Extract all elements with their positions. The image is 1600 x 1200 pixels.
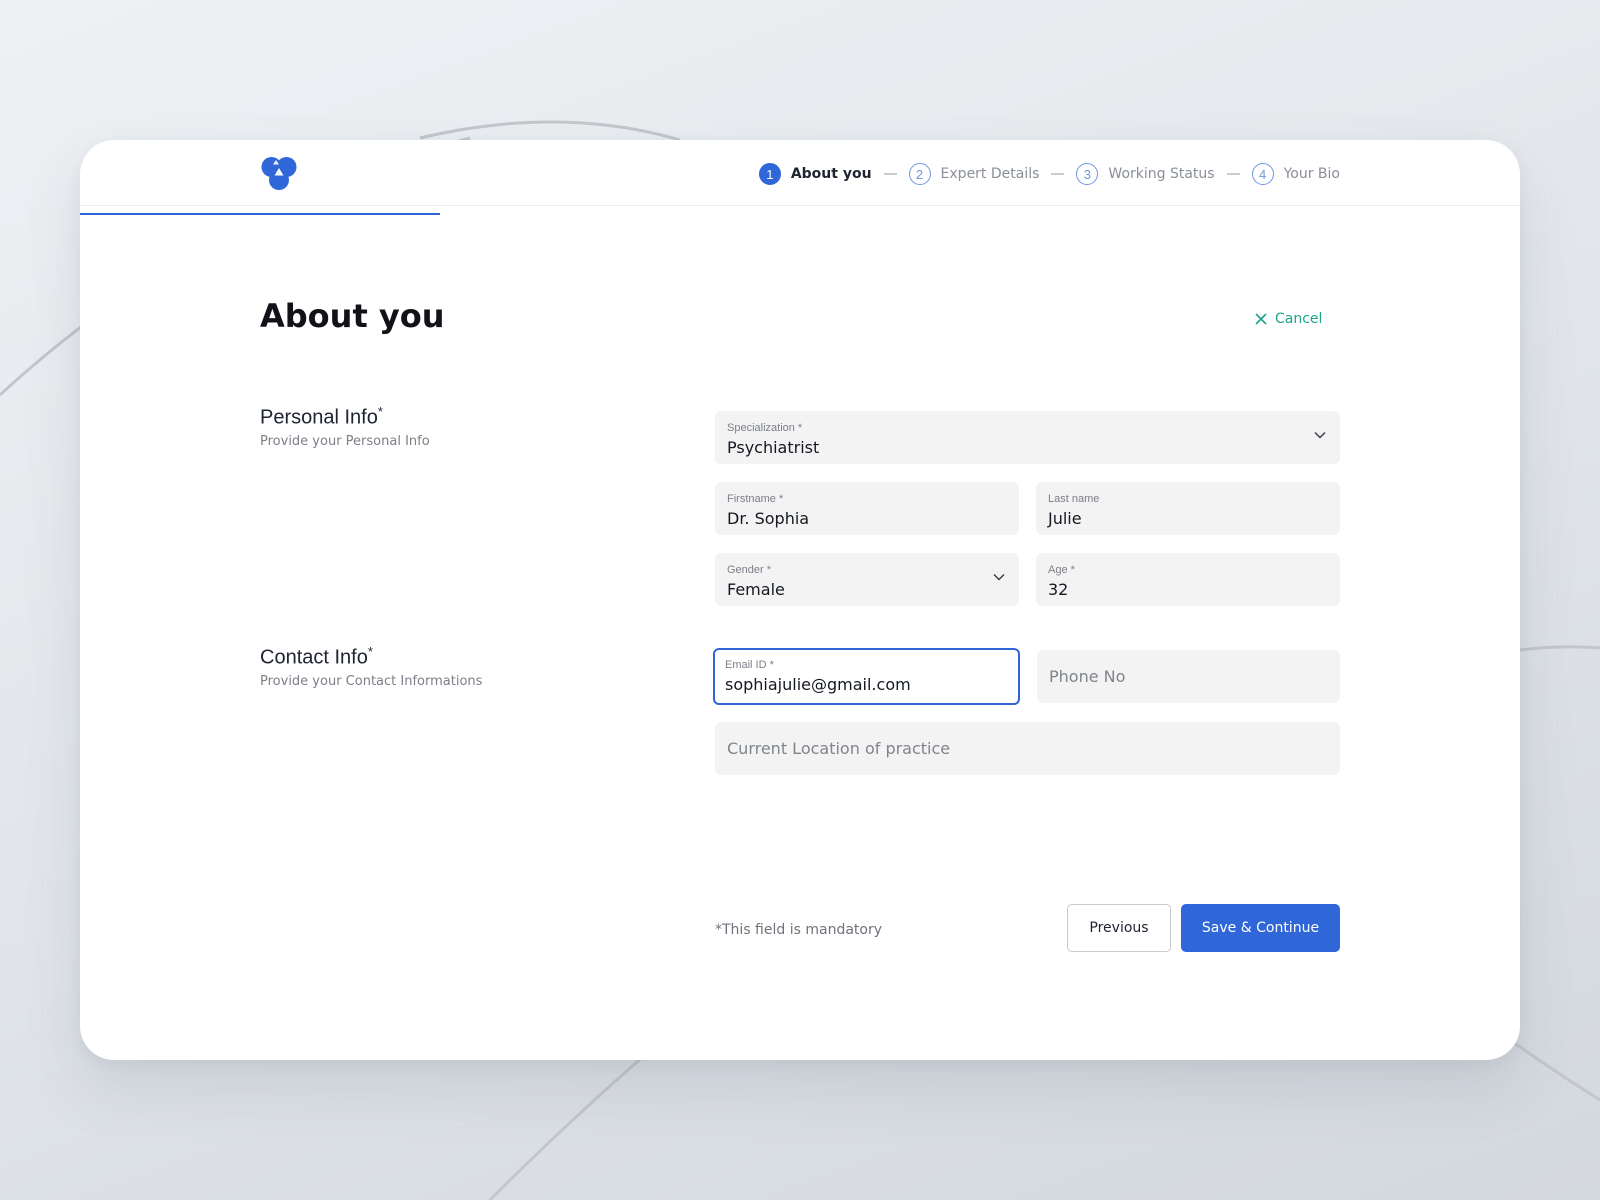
chevron-down-icon	[1314, 432, 1326, 439]
chevron-down-icon	[993, 574, 1005, 581]
step-your-bio[interactable]: 4 Your Bio	[1251, 163, 1340, 185]
step-label: Working Status	[1108, 166, 1215, 182]
step-divider	[1051, 173, 1065, 175]
step-about-you[interactable]: 1 About you	[758, 163, 872, 185]
field-label: Last name	[1048, 493, 1100, 505]
close-icon	[1255, 313, 1267, 325]
section-subtitle: Provide your Contact Informations	[260, 673, 483, 689]
step-number: 4	[1251, 163, 1274, 185]
section-title: Contact Info*	[260, 644, 482, 670]
field-placeholder: Current Location of practice	[727, 739, 951, 758]
mandatory-note: *This field is mandatory	[715, 922, 883, 938]
stepper: 1 About you 2 Expert Details 3 Working S…	[758, 161, 1340, 187]
field-value: Psychiatrist	[727, 438, 820, 457]
step-label: About you	[790, 166, 872, 182]
required-asterisk: *	[367, 644, 373, 659]
email-field[interactable]: Email ID * sophiajulie@gmail.com	[713, 648, 1020, 705]
step-label: Expert Details	[940, 166, 1040, 182]
phone-field[interactable]: Phone No	[1037, 650, 1340, 703]
page-title: About you	[260, 297, 445, 335]
step-expert-details[interactable]: 2 Expert Details	[908, 163, 1040, 185]
step-working-status[interactable]: 3 Working Status	[1076, 163, 1215, 185]
section-title-text: Contact Info	[260, 646, 368, 669]
field-value: Dr. Sophia	[727, 509, 810, 528]
location-field[interactable]: Current Location of practice	[715, 722, 1340, 775]
field-label: Age *	[1048, 564, 1075, 576]
progress-indicator	[80, 213, 440, 215]
step-number: 3	[1076, 163, 1099, 185]
field-label: Email ID *	[725, 659, 774, 671]
step-divider	[1226, 173, 1240, 175]
previous-button[interactable]: Previous	[1067, 904, 1171, 952]
step-divider	[883, 173, 897, 175]
section-title: Personal Info*	[260, 404, 430, 430]
cancel-label: Cancel	[1275, 311, 1323, 327]
field-placeholder: Phone No	[1049, 667, 1126, 686]
form-card: 1 About you 2 Expert Details 3 Working S…	[80, 140, 1520, 1060]
field-label: Specialization *	[727, 422, 803, 434]
field-label: Gender *	[727, 564, 772, 576]
section-subtitle: Provide your Personal Info	[260, 433, 430, 449]
age-field[interactable]: Age * 32	[1036, 553, 1340, 606]
contact-info-header: Contact Info* Provide your Contact Infor…	[260, 644, 482, 689]
top-navigation-bar: 1 About you 2 Expert Details 3 Working S…	[80, 140, 1520, 206]
step-number: 2	[908, 163, 931, 185]
cancel-button[interactable]: Cancel	[1255, 311, 1322, 327]
personal-info-header: Personal Info* Provide your Personal Inf…	[260, 404, 430, 449]
required-asterisk: *	[377, 404, 383, 419]
gender-select[interactable]: Gender * Female	[715, 553, 1019, 606]
field-value: Female	[727, 580, 785, 599]
lastname-field[interactable]: Last name Julie	[1036, 482, 1340, 535]
field-label: Firstname *	[727, 493, 784, 505]
field-value: sophiajulie@gmail.com	[725, 675, 911, 694]
logo-icon	[261, 157, 297, 190]
save-continue-button[interactable]: Save & Continue	[1181, 904, 1340, 952]
step-label: Your Bio	[1283, 166, 1340, 182]
section-title-text: Personal Info	[260, 406, 378, 429]
field-value: 32	[1048, 580, 1069, 599]
field-value: Julie	[1048, 509, 1082, 528]
specialization-select[interactable]: Specialization * Psychiatrist	[715, 411, 1340, 464]
firstname-field[interactable]: Firstname * Dr. Sophia	[715, 482, 1019, 535]
step-number: 1	[758, 163, 781, 185]
